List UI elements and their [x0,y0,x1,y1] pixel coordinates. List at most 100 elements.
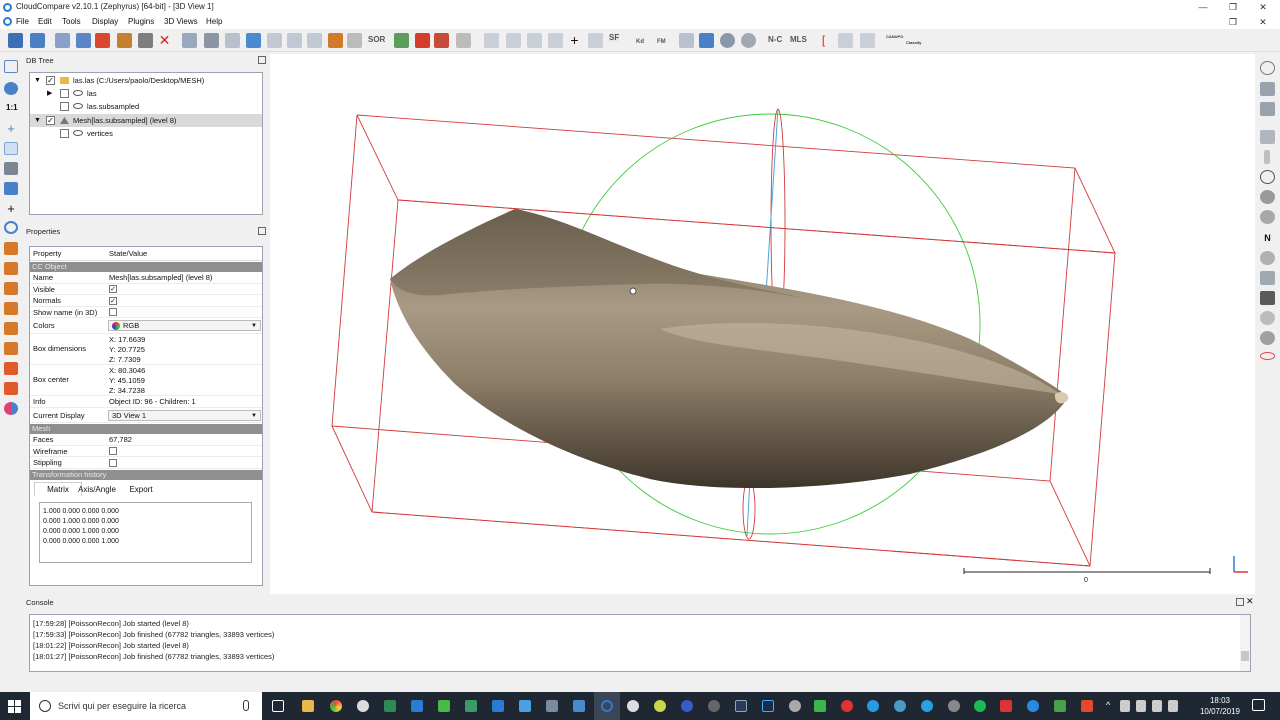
filter-icon[interactable] [225,33,240,48]
camera-icon[interactable] [4,82,18,95]
taskbar-search-box[interactable]: Scrivi qui per eseguire la ricerca [30,692,262,720]
histogram-icon[interactable] [484,33,499,48]
crosshair-icon[interactable] [55,33,70,48]
sor-filter-button[interactable]: SOR [368,35,385,44]
measure-icon[interactable] [1260,271,1275,285]
back-view-icon[interactable] [4,302,18,315]
distance-icon[interactable] [506,33,521,48]
iso-front-icon[interactable] [4,362,18,375]
fullscreen-icon[interactable] [4,60,18,73]
console-float-button[interactable] [1236,598,1244,606]
db-tree-float-button[interactable] [258,56,266,64]
open-icon[interactable] [8,33,23,48]
stippling-checkbox[interactable] [109,459,117,467]
menu-help[interactable]: Help [206,17,222,26]
noise-icon[interactable] [394,33,409,48]
sphere-icon[interactable] [720,33,735,48]
app-icon[interactable] [894,700,906,712]
colors-dropdown[interactable]: RGB ▼ [108,320,261,331]
app-icon[interactable] [814,700,826,712]
scale-icon[interactable] [287,33,302,48]
fm-button[interactable]: FM [657,39,666,45]
iso-back-icon[interactable] [4,382,18,395]
shield-icon[interactable] [1260,190,1275,204]
canupo-button[interactable]: CANUPO [886,34,903,39]
show-name-checkbox[interactable] [109,308,117,316]
collapse-arrow-icon[interactable]: ▼ [34,74,41,87]
pivot-icon[interactable]: + [4,122,18,135]
keyboard-icon[interactable] [1168,700,1178,712]
tree-checkbox[interactable] [60,129,69,138]
bottom-view-icon[interactable] [4,342,18,355]
notepad-icon[interactable] [384,700,396,712]
add-point-icon[interactable] [95,33,110,48]
menu-plugins[interactable]: Plugins [128,17,154,26]
move-icon[interactable] [415,33,430,48]
mdi-restore-button[interactable]: ❐ [1218,15,1248,29]
tree-item-las[interactable]: ▶ las [30,87,262,100]
volume-icon[interactable] [1136,700,1146,712]
app-icon[interactable] [1027,700,1039,712]
merge-icon[interactable] [117,33,132,48]
camera-icon[interactable] [679,33,694,48]
network-app-icon[interactable] [465,700,477,712]
lightroom-icon[interactable] [735,700,747,712]
task-view-icon[interactable] [272,700,284,712]
tree-item-las-subsampled[interactable]: las.subsampled [30,100,262,113]
display-icon[interactable] [699,33,714,48]
3d-scene[interactable] [270,54,1255,594]
notifications-icon[interactable] [1252,699,1265,711]
left-view-icon[interactable] [4,282,18,295]
properties-float-button[interactable] [258,227,266,235]
zoom-select-icon[interactable]: + [4,202,18,215]
collapse-arrow-icon[interactable]: ▼ [34,114,41,127]
compass-icon[interactable] [1260,170,1275,184]
segment-icon[interactable] [246,33,261,48]
skype-icon[interactable] [867,700,879,712]
matrix-textbox[interactable]: 1.000 0.000 0.000 0.000 0.000 1.000 0.00… [39,502,252,563]
file-explorer-icon[interactable] [302,700,314,712]
visible-checkbox[interactable]: ✓ [109,285,117,293]
delete-icon[interactable]: ✕ [157,33,172,48]
app-icon[interactable] [1000,700,1012,712]
pick-icon[interactable] [456,33,471,48]
app-icon[interactable] [1081,700,1093,712]
align-icon[interactable] [838,33,853,48]
grid-icon[interactable] [1260,82,1275,96]
menu-edit[interactable]: Edit [38,17,52,26]
windows-start-icon[interactable] [8,700,21,713]
expand-arrow-icon[interactable]: ▶ [47,87,52,100]
save-icon[interactable] [30,33,45,48]
clapper-icon[interactable] [1260,130,1275,144]
globe-icon[interactable] [741,33,756,48]
grid-app-icon[interactable] [438,700,450,712]
translate-icon[interactable] [267,33,282,48]
kd-button[interactable]: Kd [636,39,644,45]
app-icon[interactable] [546,700,558,712]
tab-axis-angle[interactable]: Axis/Angle [72,484,122,496]
menu-display[interactable]: Display [92,17,118,26]
front-view-icon[interactable] [4,262,18,275]
restore-button[interactable]: ❐ [1218,0,1248,15]
shield-icon[interactable] [204,33,219,48]
no-entry-icon[interactable] [1260,61,1275,75]
stereo-icon[interactable] [4,402,18,415]
compute-icon[interactable] [588,33,603,48]
list-icon[interactable] [76,33,91,48]
classify-button[interactable]: Classify [906,40,921,45]
clock-date[interactable]: 10/07/2019 [1198,707,1242,716]
photos-icon[interactable] [519,700,531,712]
bracket-icon[interactable]: [ [816,33,831,48]
firefox-icon[interactable] [681,700,693,712]
mdi-close-button[interactable]: ✕ [1248,15,1278,29]
current-display-dropdown[interactable]: 3D View 1 ▼ [108,410,261,421]
spotify-icon[interactable] [974,700,986,712]
tab-export[interactable]: Export [122,484,160,496]
clock-time[interactable]: 18:03 [1200,696,1240,705]
tree-checkbox[interactable]: ✓ [46,116,55,125]
battery-icon[interactable] [1152,700,1162,712]
z-app-icon[interactable] [492,700,504,712]
top-view-icon[interactable] [4,242,18,255]
object-icon[interactable] [1260,331,1275,345]
cut-icon[interactable] [434,33,449,48]
